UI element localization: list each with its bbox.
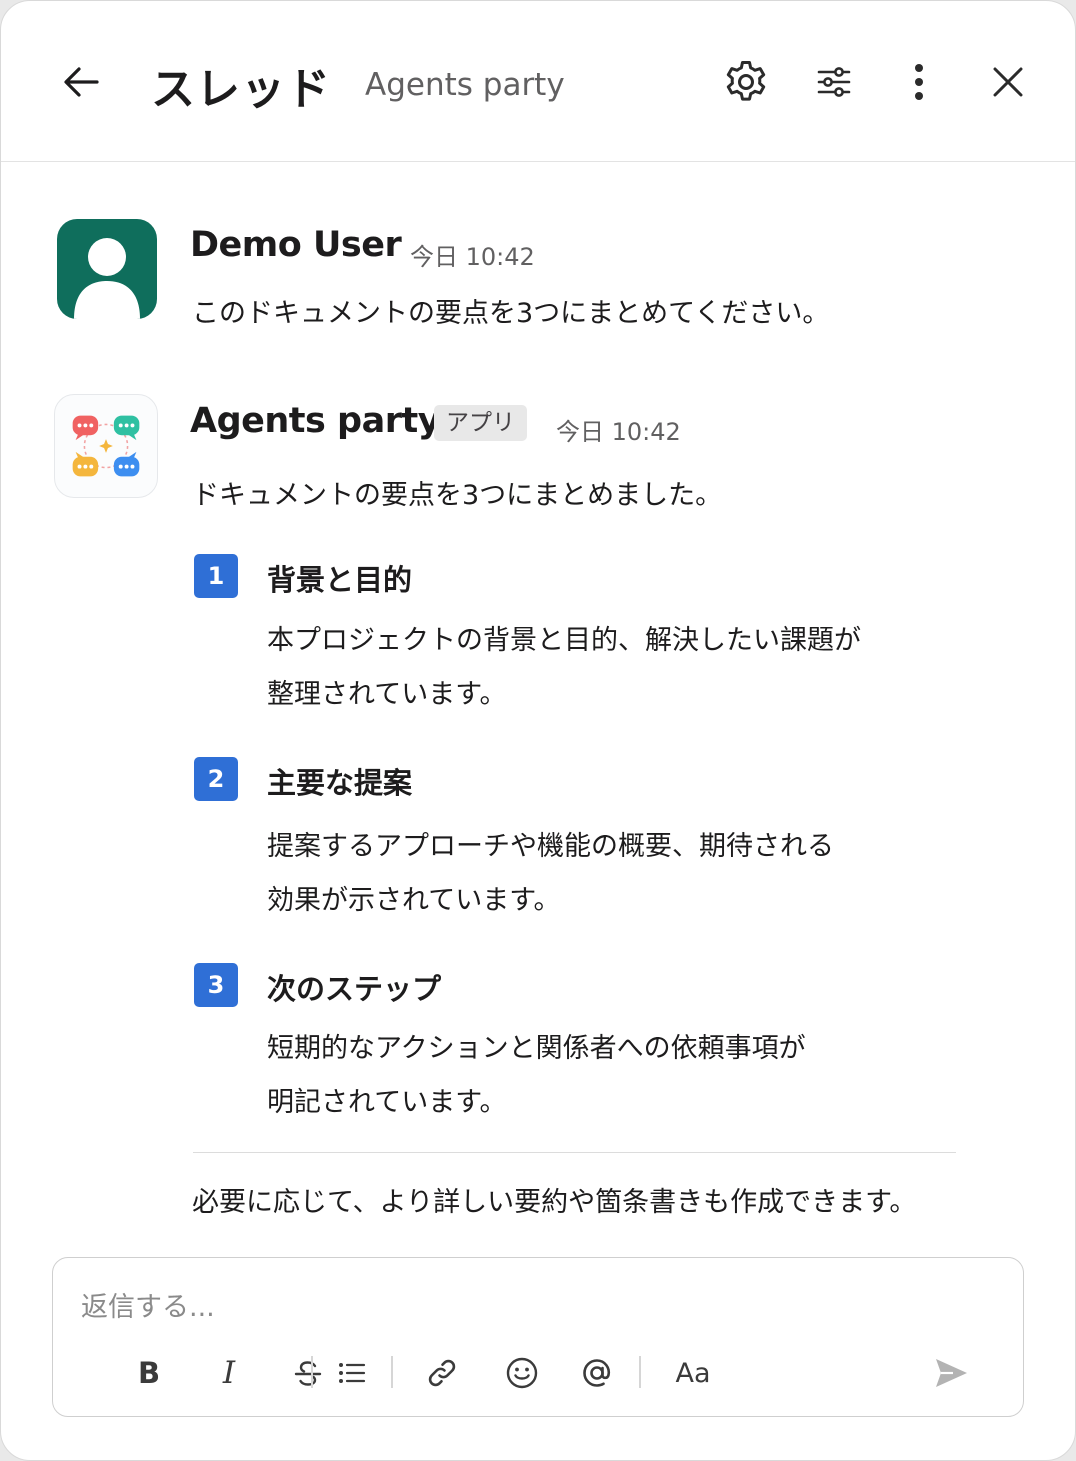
list-item-line: 短期的なアクションと関係者への依頼事項が bbox=[267, 1033, 806, 1064]
sliders-icon bbox=[817, 67, 851, 97]
list-item-line: 整理されています。 bbox=[267, 679, 507, 710]
chat-bubbles-logo-icon bbox=[72, 415, 140, 477]
link-icon bbox=[428, 1359, 456, 1387]
message-timestamp[interactable]: 今日 10:42 bbox=[410, 237, 535, 272]
link-button[interactable] bbox=[418, 1347, 466, 1399]
toolbar-separator bbox=[311, 1356, 313, 1388]
thread-header: スレッド Agents party bbox=[1, 1, 1075, 162]
message-text: このドキュメントの要点を3つにまとめてください。 bbox=[192, 298, 830, 329]
gear-icon bbox=[726, 61, 766, 101]
bold-button[interactable]: B bbox=[125, 1347, 173, 1399]
list-number-badge: 2 bbox=[194, 757, 238, 801]
strikethrough-button[interactable] bbox=[284, 1347, 332, 1399]
strikethrough-icon bbox=[294, 1361, 322, 1386]
list-icon bbox=[339, 1363, 366, 1383]
back-button[interactable] bbox=[53, 54, 109, 110]
page-title: スレッド bbox=[151, 64, 331, 115]
list-number-badge: 3 bbox=[194, 963, 238, 1007]
user-avatar[interactable] bbox=[57, 219, 157, 319]
list-item-line: 本プロジェクトの背景と目的、解決したい課題が bbox=[267, 625, 861, 656]
send-icon bbox=[936, 1359, 967, 1387]
message-footer: 必要に応じて、より詳しい要約や箇条書きも作成できます。 bbox=[192, 1187, 917, 1218]
more-vertical-icon bbox=[915, 64, 923, 100]
list-item-line: 効果が示されています。 bbox=[267, 885, 561, 916]
list-item-heading: 次のステップ bbox=[267, 972, 442, 1006]
close-icon bbox=[993, 67, 1023, 97]
person-icon bbox=[74, 238, 140, 319]
emoji-button[interactable] bbox=[498, 1347, 546, 1399]
mention-button[interactable] bbox=[573, 1347, 621, 1399]
app-avatar[interactable] bbox=[54, 394, 158, 498]
filter-button[interactable] bbox=[806, 54, 862, 110]
reply-composer: B I bbox=[52, 1257, 1024, 1417]
emoji-smile-icon bbox=[506, 1357, 538, 1389]
close-button[interactable] bbox=[980, 54, 1036, 110]
bulleted-list-button[interactable] bbox=[328, 1347, 376, 1399]
toolbar-separator bbox=[639, 1356, 641, 1388]
send-button[interactable] bbox=[925, 1347, 977, 1399]
list-item-heading: 主要な提案 bbox=[267, 766, 413, 800]
list-item-text: 短期的なアクションと関係者への依頼事項が 明記されています。 bbox=[267, 1022, 806, 1130]
reply-input[interactable] bbox=[79, 1280, 983, 1334]
message-divider bbox=[193, 1152, 956, 1153]
list-item-line: 提案するアプローチや機能の概要、期待される bbox=[267, 831, 834, 862]
more-options-button[interactable] bbox=[891, 54, 947, 110]
list-item-text: 提案するアプローチや機能の概要、期待される 効果が示されています。 bbox=[267, 820, 834, 928]
app-badge: アプリ bbox=[434, 405, 527, 441]
list-number-badge: 1 bbox=[194, 554, 238, 598]
toolbar-separator bbox=[391, 1356, 393, 1388]
italic-icon: I bbox=[222, 1354, 236, 1391]
arrow-left-icon bbox=[64, 67, 99, 97]
text-format-button[interactable]: Aa bbox=[658, 1347, 728, 1399]
italic-button[interactable]: I bbox=[205, 1347, 253, 1399]
message-intro: ドキュメントの要点を3つにまとめました。 bbox=[192, 480, 723, 511]
list-item-text: 本プロジェクトの背景と目的、解決したい課題が 整理されています。 bbox=[267, 614, 861, 722]
settings-button[interactable] bbox=[718, 54, 774, 110]
font-size-icon: Aa bbox=[675, 1357, 711, 1389]
channel-name: Agents party bbox=[365, 67, 565, 103]
message-sender[interactable]: Demo User bbox=[190, 225, 402, 265]
message-timestamp[interactable]: 今日 10:42 bbox=[556, 412, 681, 447]
message-sender[interactable]: Agents party bbox=[190, 401, 441, 441]
list-item-line: 明記されています。 bbox=[267, 1087, 507, 1118]
list-item-heading: 背景と目的 bbox=[267, 563, 413, 597]
thread-window: スレッド Agents party Demo User 今日 10:42 このド… bbox=[0, 0, 1076, 1461]
bold-icon: B bbox=[137, 1355, 161, 1390]
at-sign-icon bbox=[583, 1359, 611, 1387]
